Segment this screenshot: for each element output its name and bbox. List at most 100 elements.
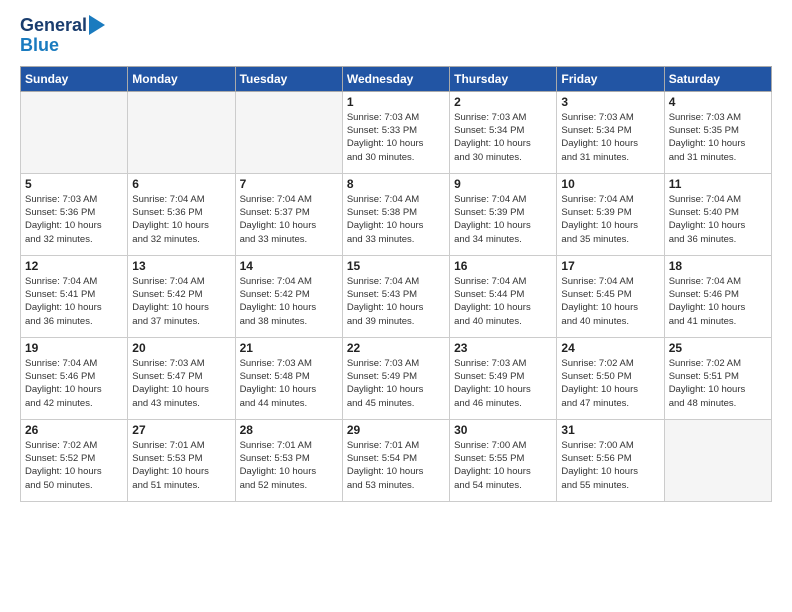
day-number: 5 [25, 177, 123, 191]
day-header-wednesday: Wednesday [342, 66, 449, 91]
day-info: Sunrise: 7:00 AM Sunset: 5:56 PM Dayligh… [561, 439, 659, 492]
logo-blue: Blue [20, 35, 59, 55]
day-info: Sunrise: 7:03 AM Sunset: 5:35 PM Dayligh… [669, 111, 767, 164]
day-number: 11 [669, 177, 767, 191]
day-info: Sunrise: 7:04 AM Sunset: 5:36 PM Dayligh… [132, 193, 230, 246]
day-number: 12 [25, 259, 123, 273]
day-number: 2 [454, 95, 552, 109]
calendar-cell: 22Sunrise: 7:03 AM Sunset: 5:49 PM Dayli… [342, 337, 449, 419]
day-info: Sunrise: 7:02 AM Sunset: 5:52 PM Dayligh… [25, 439, 123, 492]
calendar-cell: 13Sunrise: 7:04 AM Sunset: 5:42 PM Dayli… [128, 255, 235, 337]
calendar-cell: 2Sunrise: 7:03 AM Sunset: 5:34 PM Daylig… [450, 91, 557, 173]
day-info: Sunrise: 7:04 AM Sunset: 5:46 PM Dayligh… [669, 275, 767, 328]
day-info: Sunrise: 7:03 AM Sunset: 5:49 PM Dayligh… [347, 357, 445, 410]
calendar-cell: 10 Sunrise: 7:04 AM Sunset: 5:39 PM Dayli… [557, 173, 664, 255]
day-number: 19 [25, 341, 123, 355]
calendar-week-3: 12 Sunrise: 7:04 AM Sunset: 5:41 PM Dayli… [21, 255, 772, 337]
page: General Blue SundayMondayTuesdayWednesda… [0, 0, 792, 512]
day-info: Sunrise: 7:03 AM Sunset: 5:36 PM Dayligh… [25, 193, 123, 246]
calendar-cell: 30Sunrise: 7:00 AM Sunset: 5:55 PM Dayli… [450, 419, 557, 501]
day-number: 4 [669, 95, 767, 109]
calendar-cell: 5 Sunrise: 7:03 AM Sunset: 5:36 PM Daylig… [21, 173, 128, 255]
logo-arrow-icon [89, 15, 105, 35]
calendar-cell: 24 Sunrise: 7:02 AM Sunset: 5:50 PM Dayli… [557, 337, 664, 419]
calendar-cell: 3Sunrise: 7:03 AM Sunset: 5:34 PM Daylig… [557, 91, 664, 173]
day-number: 27 [132, 423, 230, 437]
day-number: 8 [347, 177, 445, 191]
calendar-cell [664, 419, 771, 501]
day-info: Sunrise: 7:04 AM Sunset: 5:40 PM Dayligh… [669, 193, 767, 246]
calendar-cell [128, 91, 235, 173]
day-info: Sunrise: 7:02 AM Sunset: 5:51 PM Dayligh… [669, 357, 767, 410]
calendar-cell [21, 91, 128, 173]
day-number: 31 [561, 423, 659, 437]
day-number: 30 [454, 423, 552, 437]
day-info: Sunrise: 7:04 AM Sunset: 5:42 PM Dayligh… [240, 275, 338, 328]
calendar-cell: 12 Sunrise: 7:04 AM Sunset: 5:41 PM Dayli… [21, 255, 128, 337]
calendar-week-1: 1 Sunrise: 7:03 AM Sunset: 5:33 PM Daylig… [21, 91, 772, 173]
day-header-tuesday: Tuesday [235, 66, 342, 91]
calendar-cell: 25 Sunrise: 7:02 AM Sunset: 5:51 PM Dayli… [664, 337, 771, 419]
day-info: Sunrise: 7:03 AM Sunset: 5:49 PM Dayligh… [454, 357, 552, 410]
day-info: Sunrise: 7:04 AM Sunset: 5:46 PM Dayligh… [25, 357, 123, 410]
day-info: Sunrise: 7:02 AM Sunset: 5:50 PM Dayligh… [561, 357, 659, 410]
day-info: Sunrise: 7:03 AM Sunset: 5:33 PM Dayligh… [347, 111, 445, 164]
day-number: 28 [240, 423, 338, 437]
day-number: 25 [669, 341, 767, 355]
calendar-cell: 17 Sunrise: 7:04 AM Sunset: 5:45 PM Dayli… [557, 255, 664, 337]
logo: General Blue [20, 16, 105, 56]
day-number: 29 [347, 423, 445, 437]
calendar-cell: 28 Sunrise: 7:01 AM Sunset: 5:53 PM Dayli… [235, 419, 342, 501]
day-header-sunday: Sunday [21, 66, 128, 91]
calendar-week-5: 26Sunrise: 7:02 AM Sunset: 5:52 PM Dayli… [21, 419, 772, 501]
day-number: 17 [561, 259, 659, 273]
day-number: 1 [347, 95, 445, 109]
calendar-cell: 7Sunrise: 7:04 AM Sunset: 5:37 PM Daylig… [235, 173, 342, 255]
day-number: 13 [132, 259, 230, 273]
calendar-cell: 6 Sunrise: 7:04 AM Sunset: 5:36 PM Daylig… [128, 173, 235, 255]
calendar-cell: 19 Sunrise: 7:04 AM Sunset: 5:46 PM Dayli… [21, 337, 128, 419]
calendar-cell: 11 Sunrise: 7:04 AM Sunset: 5:40 PM Dayli… [664, 173, 771, 255]
day-number: 14 [240, 259, 338, 273]
calendar-cell: 31 Sunrise: 7:00 AM Sunset: 5:56 PM Dayli… [557, 419, 664, 501]
day-number: 7 [240, 177, 338, 191]
calendar-week-2: 5 Sunrise: 7:03 AM Sunset: 5:36 PM Daylig… [21, 173, 772, 255]
day-header-monday: Monday [128, 66, 235, 91]
day-info: Sunrise: 7:01 AM Sunset: 5:53 PM Dayligh… [240, 439, 338, 492]
day-info: Sunrise: 7:04 AM Sunset: 5:43 PM Dayligh… [347, 275, 445, 328]
calendar-cell [235, 91, 342, 173]
day-number: 23 [454, 341, 552, 355]
calendar-week-4: 19 Sunrise: 7:04 AM Sunset: 5:46 PM Dayli… [21, 337, 772, 419]
day-header-thursday: Thursday [450, 66, 557, 91]
calendar-header-row: SundayMondayTuesdayWednesdayThursdayFrid… [21, 66, 772, 91]
calendar-cell: 29 Sunrise: 7:01 AM Sunset: 5:54 PM Dayli… [342, 419, 449, 501]
calendar-cell: 1 Sunrise: 7:03 AM Sunset: 5:33 PM Daylig… [342, 91, 449, 173]
day-header-saturday: Saturday [664, 66, 771, 91]
calendar-table: SundayMondayTuesdayWednesdayThursdayFrid… [20, 66, 772, 502]
calendar-cell: 23 Sunrise: 7:03 AM Sunset: 5:49 PM Dayli… [450, 337, 557, 419]
day-info: Sunrise: 7:04 AM Sunset: 5:39 PM Dayligh… [454, 193, 552, 246]
day-info: Sunrise: 7:03 AM Sunset: 5:47 PM Dayligh… [132, 357, 230, 410]
day-info: Sunrise: 7:01 AM Sunset: 5:53 PM Dayligh… [132, 439, 230, 492]
day-number: 18 [669, 259, 767, 273]
calendar-cell: 20 Sunrise: 7:03 AM Sunset: 5:47 PM Dayli… [128, 337, 235, 419]
day-info: Sunrise: 7:04 AM Sunset: 5:41 PM Dayligh… [25, 275, 123, 328]
calendar-cell: 21 Sunrise: 7:03 AM Sunset: 5:48 PM Dayli… [235, 337, 342, 419]
day-number: 21 [240, 341, 338, 355]
day-info: Sunrise: 7:04 AM Sunset: 5:38 PM Dayligh… [347, 193, 445, 246]
day-number: 10 [561, 177, 659, 191]
day-number: 15 [347, 259, 445, 273]
day-info: Sunrise: 7:03 AM Sunset: 5:34 PM Dayligh… [561, 111, 659, 164]
day-info: Sunrise: 7:03 AM Sunset: 5:48 PM Dayligh… [240, 357, 338, 410]
day-info: Sunrise: 7:04 AM Sunset: 5:39 PM Dayligh… [561, 193, 659, 246]
calendar-cell: 8 Sunrise: 7:04 AM Sunset: 5:38 PM Daylig… [342, 173, 449, 255]
day-number: 24 [561, 341, 659, 355]
calendar-cell: 14 Sunrise: 7:04 AM Sunset: 5:42 PM Dayli… [235, 255, 342, 337]
day-number: 6 [132, 177, 230, 191]
calendar-cell: 4 Sunrise: 7:03 AM Sunset: 5:35 PM Daylig… [664, 91, 771, 173]
day-info: Sunrise: 7:04 AM Sunset: 5:45 PM Dayligh… [561, 275, 659, 328]
calendar-cell: 26Sunrise: 7:02 AM Sunset: 5:52 PM Dayli… [21, 419, 128, 501]
day-number: 9 [454, 177, 552, 191]
day-number: 20 [132, 341, 230, 355]
day-info: Sunrise: 7:01 AM Sunset: 5:54 PM Dayligh… [347, 439, 445, 492]
